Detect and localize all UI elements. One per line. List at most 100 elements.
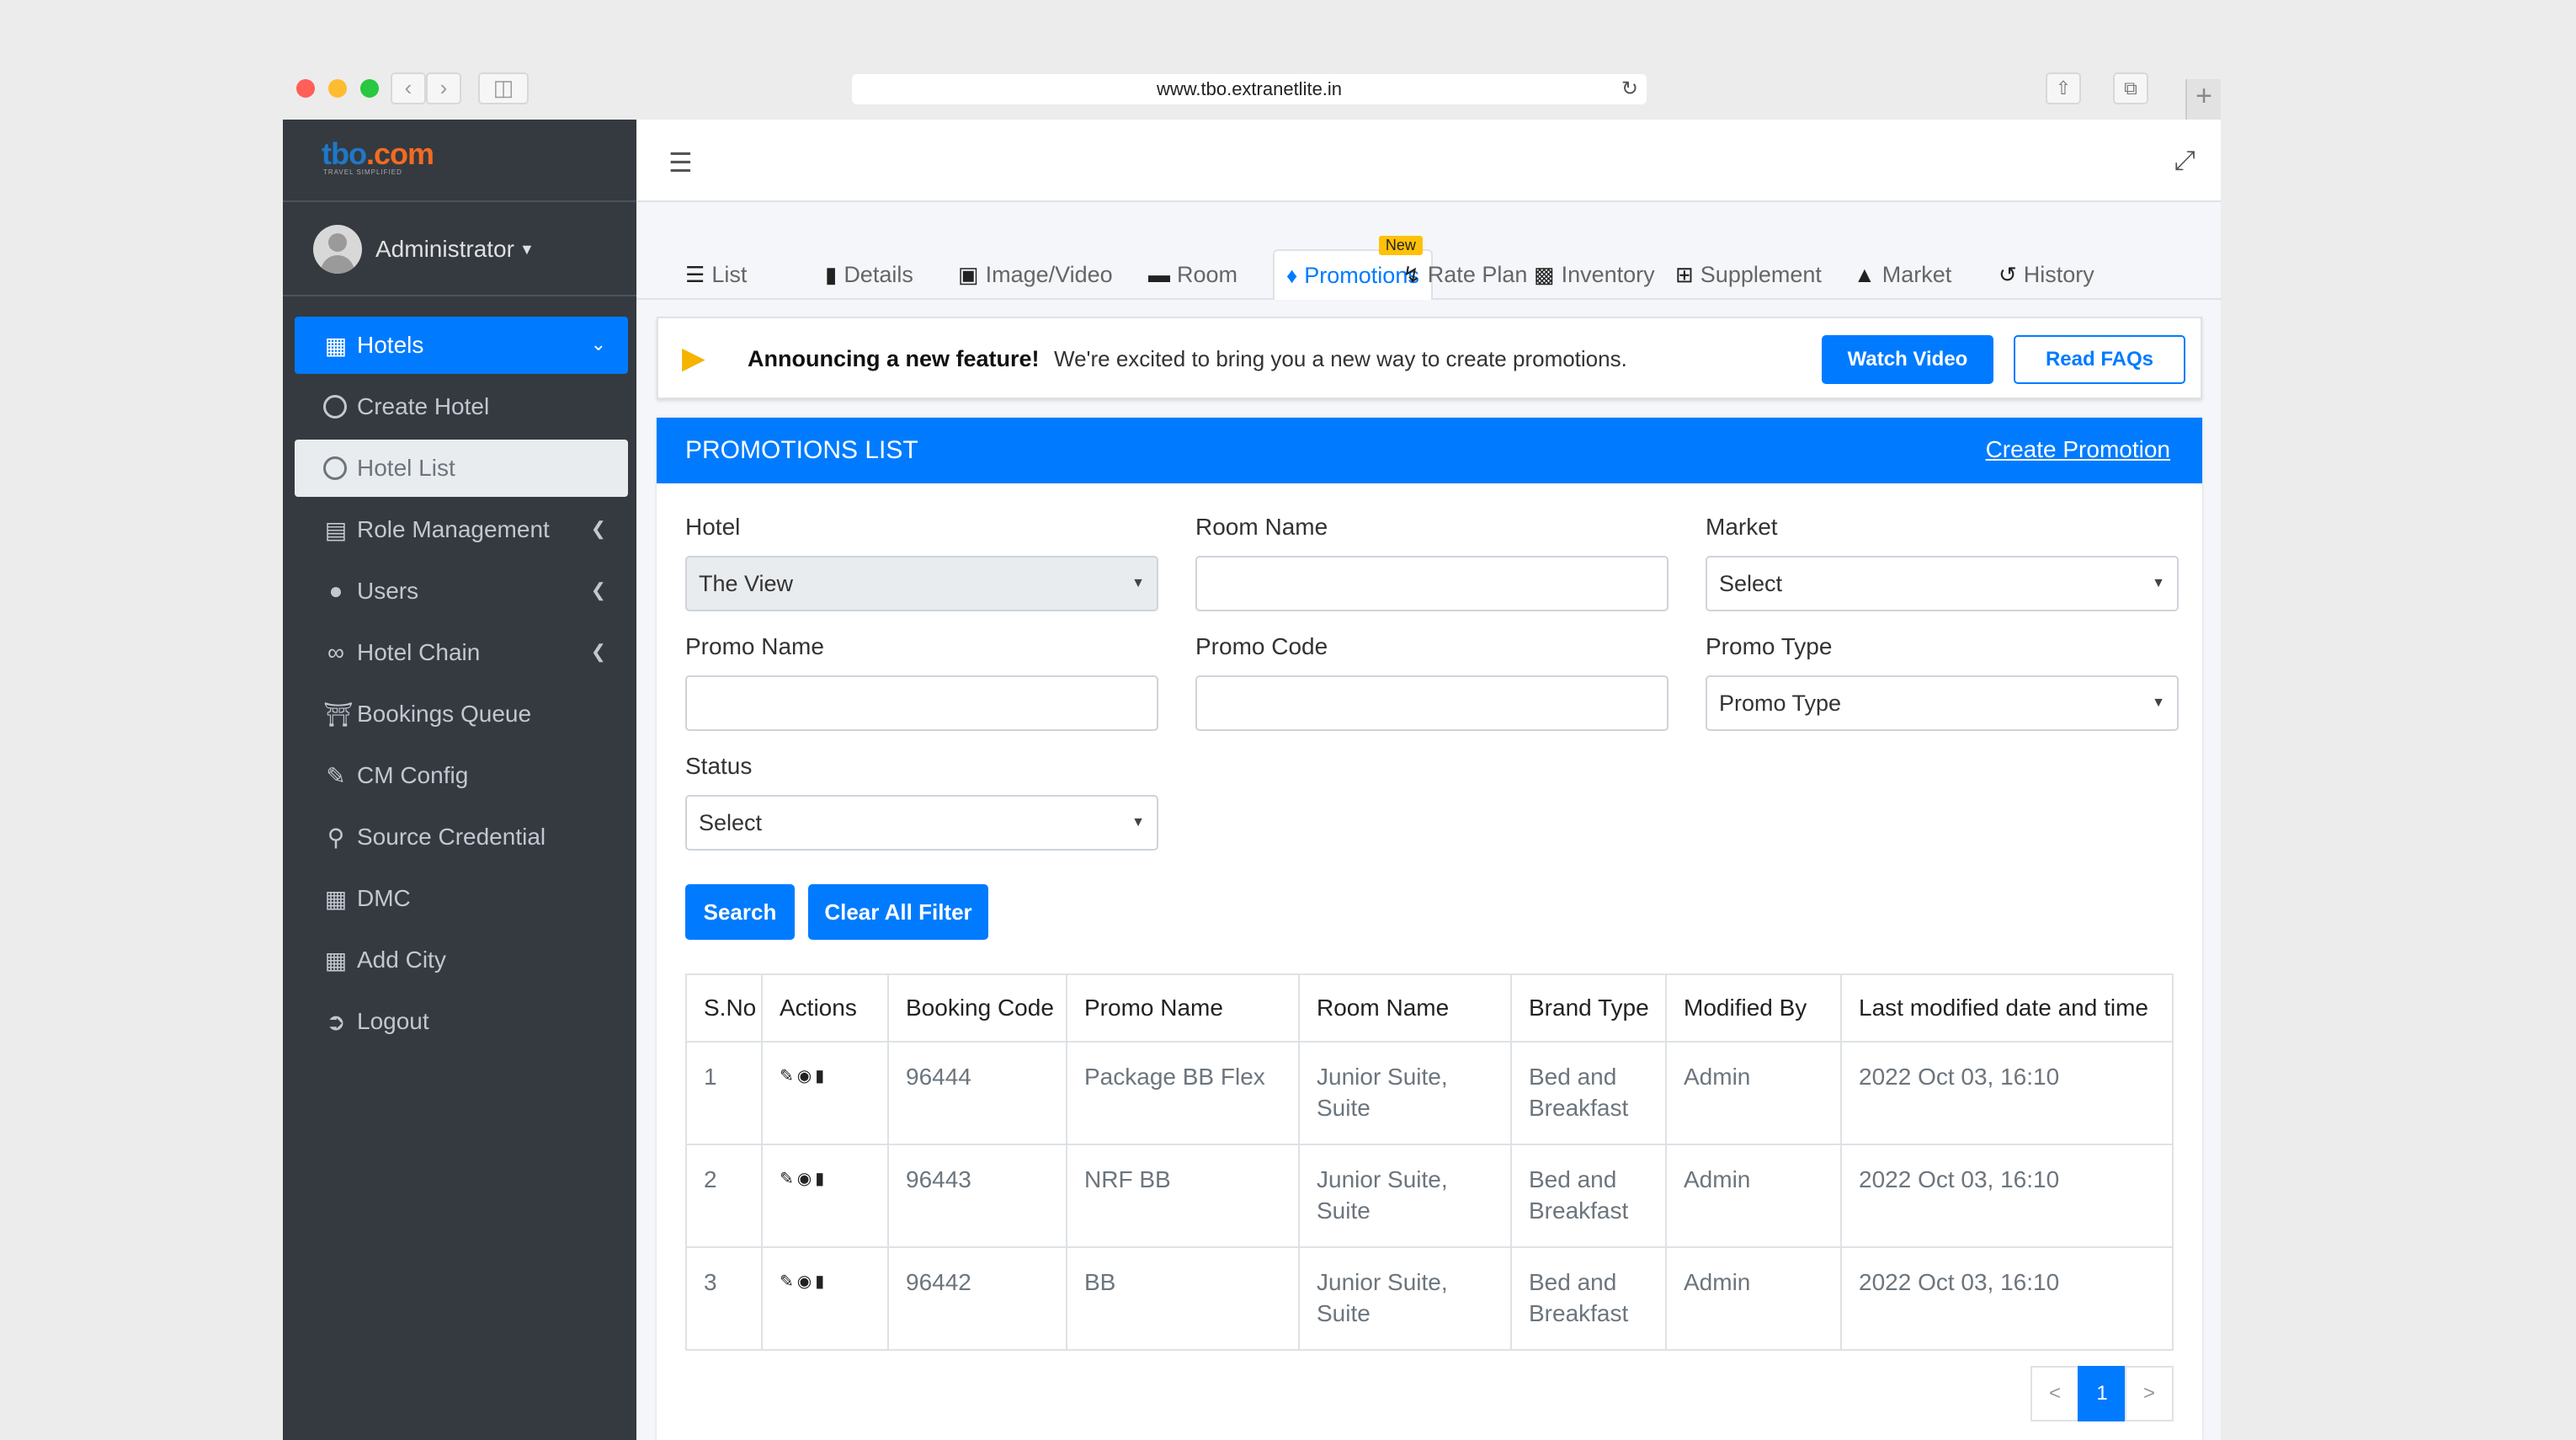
page-1-button[interactable]: 1 (2078, 1366, 2126, 1421)
tab-market[interactable]: ▲ Market (1854, 249, 1951, 300)
tab-details[interactable]: ▮ Details (825, 249, 913, 300)
sidebar-item-dmc[interactable]: ▦ DMC (295, 870, 628, 927)
cell-modified-by: Admin (1665, 1246, 1842, 1351)
browser-window: ‹ › ◫ www.tbo.extranetlite.in ↻ ⇧ ⧉ + tb… (283, 66, 2221, 1440)
market-select-value: Select (1719, 571, 1783, 596)
minimize-window-dot[interactable] (328, 79, 347, 98)
address-bar[interactable]: www.tbo.extranetlite.in ↻ (852, 74, 1647, 104)
promo-code-label: Promo Code (1195, 633, 1328, 659)
toggle-icon[interactable]: ◉ (797, 1272, 815, 1291)
caret-down-icon: ▼ (1131, 815, 1145, 829)
cell-room-name: Junior Suite, Suite (1298, 1041, 1512, 1145)
market-label: Market (1706, 514, 1778, 540)
hamburger-menu-icon[interactable]: ☰ (668, 147, 693, 179)
sidebar-item-create-hotel[interactable]: Create Hotel (295, 378, 628, 435)
reload-icon[interactable]: ↻ (1621, 74, 1638, 104)
new-tab-icon[interactable]: + (2185, 79, 2221, 120)
cell-brand-type: Bed and Breakfast (1510, 1041, 1667, 1145)
edit-icon[interactable]: ✎ (780, 1170, 797, 1188)
toggle-icon[interactable]: ◉ (797, 1170, 815, 1188)
cell-actions: ✎◉▮ (761, 1246, 889, 1351)
sidebar-item-label: Hotel List (357, 455, 455, 481)
sidebar-item-label: DMC (357, 885, 411, 911)
sidebar-item-add-city[interactable]: ▦ Add City (295, 931, 628, 989)
megaphone-icon: ▶ (682, 340, 705, 375)
tab-history[interactable]: ↺ History (1999, 249, 2094, 300)
maximize-window-dot[interactable] (360, 79, 379, 98)
caret-down-icon: ▼ (2152, 696, 2165, 710)
edit-icon[interactable]: ✎ (780, 1272, 797, 1291)
toggle-icon[interactable]: ◉ (797, 1067, 815, 1085)
trash-icon[interactable]: ▮ (815, 1170, 828, 1188)
cell-modified-by: Admin (1665, 1041, 1842, 1145)
file-icon: ▮ (825, 261, 838, 287)
sidebar-item-label: CM Config (357, 762, 469, 788)
bed-icon: ▬ (1148, 261, 1170, 287)
search-button[interactable]: Search (685, 884, 795, 940)
tab-rate-plan[interactable]: ↯ Rate Plan (1402, 249, 1527, 300)
brand-logo[interactable]: tbo.com TRAVEL SIMPLIFIED (322, 136, 434, 176)
fullscreen-icon[interactable]: ⤢ (2174, 145, 2195, 177)
card-title: PROMOTIONS LIST (685, 436, 918, 464)
sidebar-item-bookings-queue[interactable]: ⛩ Bookings Queue (295, 685, 628, 743)
caret-down-icon: ▼ (2152, 576, 2165, 590)
sidebar-item-label: Users (357, 578, 419, 604)
sidebar-item-cm-config[interactable]: ✎ CM Config (295, 747, 628, 804)
share-icon[interactable]: ⇧ (2046, 72, 2081, 104)
tab-image-video[interactable]: ▣ Image/Video (958, 249, 1113, 300)
room-name-label: Room Name (1195, 514, 1328, 540)
sidebar-item-label: Source Credential (357, 824, 546, 850)
status-select[interactable]: Select ▼ (685, 795, 1158, 851)
watch-video-button[interactable]: Watch Video (1822, 335, 1993, 384)
user-name: Administrator (375, 236, 514, 262)
cell-last-modified: 2022 Oct 03, 16:10 (1840, 1144, 2174, 1248)
bolt-icon: ↯ (1402, 261, 1421, 287)
sidebar-item-label: Hotel Chain (357, 639, 481, 665)
promotions-card: PROMOTIONS LIST Create Promotion Hotel T… (657, 418, 2202, 1440)
sidebar-item-users[interactable]: ● Users ❮ (295, 563, 628, 620)
announcement-title: Announcing a new feature! (748, 346, 1040, 371)
sidebar-toggle-icon[interactable]: ◫ (478, 72, 529, 104)
cell-sno: 1 (685, 1041, 763, 1145)
history-icon: ↺ (1999, 261, 2017, 287)
prev-page-button[interactable]: < (2030, 1366, 2079, 1421)
sidebar-item-logout[interactable]: ➲ Logout (295, 993, 628, 1050)
create-promotion-link[interactable]: Create Promotion (1986, 436, 2170, 463)
promo-type-select[interactable]: Promo Type ▼ (1706, 675, 2179, 731)
close-window-dot[interactable] (296, 79, 315, 98)
tab-label: List (711, 261, 748, 287)
col-sno: S.No (685, 973, 763, 1043)
sidebar-item-hotel-list[interactable]: Hotel List (295, 440, 628, 497)
tab-supplement[interactable]: ⊞ Supplement (1675, 249, 1822, 300)
room-name-input[interactable] (1195, 556, 1669, 611)
sidebar-item-hotels[interactable]: ▦ Hotels ⌄ (295, 317, 628, 374)
promo-code-input[interactable] (1195, 675, 1669, 731)
tab-room[interactable]: ▬ Room (1148, 249, 1237, 300)
sidebar-item-hotel-chain[interactable]: ∞ Hotel Chain ❮ (295, 624, 628, 681)
sidebar-item-label: Add City (357, 947, 446, 973)
trash-icon[interactable]: ▮ (815, 1272, 828, 1291)
clear-all-filter-button[interactable]: Clear All Filter (808, 884, 988, 940)
cell-sno: 3 (685, 1246, 763, 1351)
tab-label: Details (844, 261, 913, 287)
next-page-button[interactable]: > (2125, 1366, 2174, 1421)
tabs-icon[interactable]: ⧉ (2113, 72, 2148, 104)
forward-icon[interactable]: › (426, 72, 461, 104)
image-icon: ▣ (958, 261, 979, 287)
logo-accent: .com (365, 136, 434, 171)
promo-name-input[interactable] (685, 675, 1158, 731)
market-select[interactable]: Select ▼ (1706, 556, 2179, 611)
col-last-modified: Last modified date and time (1840, 973, 2174, 1043)
tab-list[interactable]: ☰ List (685, 249, 747, 300)
cell-promo-name: BB (1066, 1246, 1300, 1351)
hotel-select[interactable]: The View ▼ (685, 556, 1158, 611)
back-icon[interactable]: ‹ (391, 72, 426, 104)
read-faqs-button[interactable]: Read FAQs (2014, 335, 2185, 384)
trash-icon[interactable]: ▮ (815, 1067, 828, 1085)
tab-inventory[interactable]: ▩ Inventory (1534, 249, 1655, 300)
edit-icon[interactable]: ✎ (780, 1067, 797, 1085)
sidebar-item-source-credential[interactable]: ⚲ Source Credential (295, 808, 628, 866)
user-menu[interactable]: Administrator ▼ (313, 224, 535, 275)
sidebar-item-role-management[interactable]: ▤ Role Management ❮ (295, 501, 628, 558)
chevron-left-icon: ❮ (590, 579, 606, 600)
